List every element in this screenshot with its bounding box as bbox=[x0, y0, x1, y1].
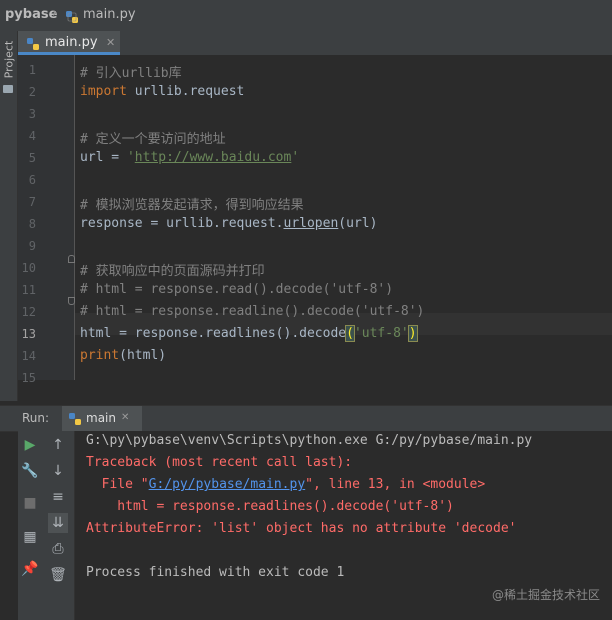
code-token: ) bbox=[407, 325, 418, 342]
arrow-down-icon[interactable]: ↓ bbox=[48, 461, 68, 481]
code-token: 'utf-8' bbox=[353, 326, 409, 341]
line-number: 2 bbox=[28, 85, 36, 99]
watermark: @稀土掘金技术社区 bbox=[491, 588, 600, 602]
code-token: ' bbox=[126, 150, 135, 165]
line-number: 6 bbox=[28, 173, 36, 187]
code-line: # 定义一个要访问的地址 bbox=[80, 128, 226, 147]
code-line: # 获取响应中的页面源码并打印 bbox=[80, 260, 265, 279]
close-icon[interactable]: ✕ bbox=[121, 412, 129, 423]
code-token: # 获取响应中的页面源码并打印 bbox=[80, 264, 265, 279]
code-line: # 模拟浏览器发起请求，得到响应结果 bbox=[80, 194, 304, 213]
code-line: url = 'http://www.baidu.com' bbox=[80, 150, 299, 165]
code-token: ' bbox=[291, 150, 300, 165]
code-token: ( bbox=[345, 325, 355, 342]
breadcrumb-separator: › bbox=[52, 6, 58, 21]
console-text: AttributeError: 'list' object has no att… bbox=[86, 521, 517, 536]
editor-tab-bar: main.py ✕ bbox=[18, 31, 612, 56]
line-number: 1 bbox=[28, 63, 36, 77]
run-tab-label: main bbox=[86, 411, 116, 425]
print-icon[interactable]: ⎙ bbox=[48, 539, 68, 559]
code-token: (html) bbox=[119, 348, 167, 363]
console-line: Process finished with exit code 1 bbox=[86, 565, 344, 580]
line-number: 7 bbox=[28, 195, 36, 209]
editor-tab-label: main.py bbox=[45, 35, 98, 50]
console-text: Traceback (most recent call last): bbox=[86, 455, 353, 470]
console-line: Traceback (most recent call last): bbox=[86, 455, 352, 470]
code-token: # 模拟浏览器发起请求，得到响应结果 bbox=[80, 198, 304, 213]
close-icon[interactable]: ✕ bbox=[106, 36, 115, 49]
line-number: 10 bbox=[21, 261, 36, 275]
run-tab-main[interactable]: main ✕ bbox=[62, 406, 142, 431]
line-number: 9 bbox=[28, 239, 36, 253]
code-token: url = bbox=[80, 150, 127, 165]
fold-marker-icon[interactable] bbox=[68, 255, 75, 263]
code-line: # html = response.read().decode('utf-8') bbox=[80, 282, 393, 297]
line-number: 8 bbox=[28, 217, 36, 231]
code-token: urllib.request bbox=[126, 84, 245, 99]
code-token: html = response.readlines().decode bbox=[80, 326, 347, 341]
code-line: import urllib.request bbox=[80, 84, 244, 99]
line-number: 5 bbox=[28, 151, 36, 165]
arrow-up-icon[interactable]: ↑ bbox=[48, 435, 68, 455]
code-token: (url) bbox=[338, 216, 378, 231]
code-line: print(html) bbox=[80, 348, 166, 363]
line-number: 12 bbox=[21, 305, 36, 319]
code-line: # 引入urllib库 bbox=[80, 62, 182, 81]
fold-marker-icon[interactable] bbox=[68, 297, 75, 305]
console-text: html = response.readlines().decode('utf-… bbox=[86, 499, 454, 514]
console-text: G:\py\pybase\venv\Scripts\python.exe G:/… bbox=[86, 433, 533, 448]
wrench-icon[interactable]: 🔧 bbox=[20, 461, 40, 481]
layout-icon[interactable]: ▦ bbox=[20, 527, 40, 547]
code-token: response = urllib.request. bbox=[80, 216, 284, 231]
trash-icon[interactable]: 🗑 bbox=[48, 565, 68, 585]
run-toolbar: ▶ ↑ 🔧 ↓ ■ ≡ ⇊ ▦ ⎙ 📌 🗑 bbox=[18, 431, 75, 620]
python-file-icon bbox=[26, 36, 40, 55]
rerun-icon[interactable]: ▶ bbox=[20, 435, 40, 455]
scroll-to-end-icon[interactable]: ⇊ bbox=[48, 513, 68, 533]
line-number: 15 bbox=[21, 371, 36, 385]
line-number: 11 bbox=[21, 283, 36, 297]
soft-wrap-icon[interactable]: ≡ bbox=[48, 487, 68, 507]
stop-icon[interactable]: ■ bbox=[20, 493, 40, 513]
console-line: html = response.readlines().decode('utf-… bbox=[86, 499, 454, 514]
code-line: html = response.readlines().decode('utf-… bbox=[80, 325, 418, 342]
breadcrumb-file[interactable]: main.py bbox=[83, 7, 136, 22]
python-file-icon bbox=[65, 9, 79, 28]
python-file-icon bbox=[68, 411, 82, 430]
code-token: urlopen bbox=[283, 216, 339, 231]
editor-tab-main-py[interactable]: main.py ✕ bbox=[18, 31, 120, 55]
code-line: response = urllib.request.urlopen(url) bbox=[80, 216, 377, 231]
code-token: http://www.baidu.com bbox=[134, 150, 292, 165]
pin-icon[interactable]: 📌 bbox=[20, 559, 40, 579]
project-tool-button[interactable]: Project bbox=[3, 32, 16, 88]
line-number: 14 bbox=[21, 349, 36, 363]
line-number: 4 bbox=[28, 129, 36, 143]
console-text: ", line 13, in <module> bbox=[305, 477, 486, 492]
folder-icon bbox=[3, 85, 13, 93]
console-text: Process finished with exit code 1 bbox=[86, 565, 345, 580]
code-token: # html = response.readline().decode('utf… bbox=[80, 304, 425, 319]
code-line: # html = response.readline().decode('utf… bbox=[80, 304, 424, 319]
code-token: import bbox=[80, 84, 127, 99]
code-token: print bbox=[80, 348, 120, 363]
run-tool-header: Run: main ✕ bbox=[0, 405, 612, 432]
code-token: # 定义一个要访问的地址 bbox=[80, 132, 226, 147]
navigation-bar: pybase › main.py bbox=[0, 0, 612, 32]
console-line: AttributeError: 'list' object has no att… bbox=[86, 521, 516, 536]
console-line: File "G:/py/pybase/main.py", line 13, in… bbox=[86, 477, 486, 492]
line-number: 13 bbox=[21, 327, 36, 341]
left-tool-stripe: Project bbox=[0, 31, 18, 401]
console-text: File " bbox=[86, 477, 149, 492]
console-line: G:\py\pybase\venv\Scripts\python.exe G:/… bbox=[86, 433, 532, 448]
line-number: 3 bbox=[28, 107, 36, 121]
code-token: # html = response.read().decode('utf-8') bbox=[80, 282, 394, 297]
breadcrumb-project[interactable]: pybase bbox=[5, 7, 57, 22]
code-token: # 引入urllib库 bbox=[80, 66, 182, 81]
console-file-link[interactable]: G:/py/pybase/main.py bbox=[149, 477, 306, 492]
run-label: Run: bbox=[22, 411, 50, 425]
